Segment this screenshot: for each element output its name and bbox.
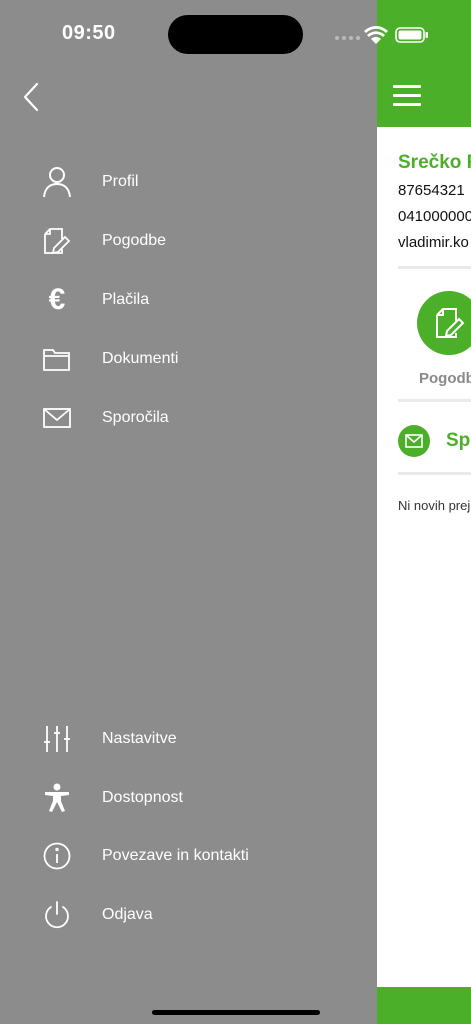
divider	[398, 266, 471, 269]
dynamic-island	[168, 15, 303, 54]
menu-label: Dostopnost	[102, 789, 183, 806]
status-icons	[334, 24, 434, 48]
main-content: Srečko P 87654321 041000000 vladimir.ko …	[377, 0, 471, 1024]
person-icon	[30, 162, 84, 202]
menu-item-odjava[interactable]: Odjava	[30, 892, 360, 938]
top-app-bar	[377, 0, 471, 127]
accessibility-icon	[30, 778, 84, 818]
user-id: 87654321	[398, 182, 465, 199]
folder-icon	[30, 339, 84, 379]
battery-icon	[395, 27, 428, 43]
menu-item-povezave[interactable]: Povezave in kontakti	[30, 833, 360, 879]
no-new-messages-text: Ni novih prej	[398, 498, 471, 513]
sliders-icon	[30, 719, 84, 759]
divider	[398, 472, 471, 475]
navigation-drawer: 09:50 Profil Pogodbe € Plačila Dokumenti…	[0, 0, 377, 1024]
contracts-label: Pogodbe	[419, 370, 471, 387]
euro-icon: €	[48, 283, 66, 316]
bottom-bar	[377, 987, 471, 1024]
user-name: Srečko P	[398, 152, 471, 173]
menu-label: Profil	[102, 173, 139, 190]
menu-item-pogodbe[interactable]: Pogodbe	[30, 218, 360, 264]
contract-icon	[436, 308, 465, 338]
menu-label: Nastavitve	[102, 730, 177, 747]
signal-icon	[335, 36, 360, 40]
menu-item-dokumenti[interactable]: Dokumenti	[30, 336, 360, 382]
back-button[interactable]	[16, 78, 52, 116]
info-icon	[30, 836, 84, 876]
menu-label: Povezave in kontakti	[102, 847, 249, 864]
wifi-icon	[364, 26, 388, 44]
power-icon	[30, 895, 84, 935]
menu-label: Pogodbe	[102, 232, 167, 249]
divider	[398, 399, 471, 402]
mail-icon	[30, 398, 84, 438]
menu-label: Dokumenti	[102, 350, 179, 367]
menu-item-nastavitve[interactable]: Nastavitve	[30, 716, 360, 762]
user-email: vladimir.ko	[398, 234, 469, 251]
home-indicator	[152, 1010, 320, 1015]
user-phone: 041000000	[398, 208, 471, 225]
contract-icon	[30, 221, 84, 261]
status-time: 09:50	[62, 22, 116, 44]
hamburger-menu-icon[interactable]	[393, 85, 421, 107]
menu-item-placila[interactable]: € Plačila	[30, 277, 360, 323]
menu-label: Sporočila	[102, 409, 169, 426]
contracts-button[interactable]	[417, 291, 471, 355]
menu-label: Odjava	[102, 906, 153, 923]
menu-label: Plačila	[102, 291, 150, 308]
menu-item-sporocila[interactable]: Sporočila	[30, 395, 360, 441]
menu-item-profil[interactable]: Profil	[30, 159, 360, 205]
mail-icon	[405, 434, 423, 448]
chevron-left-icon	[23, 82, 39, 112]
messages-icon-badge	[398, 425, 430, 457]
messages-title[interactable]: Spo	[446, 430, 471, 452]
menu-item-dostopnost[interactable]: Dostopnost	[30, 775, 360, 821]
